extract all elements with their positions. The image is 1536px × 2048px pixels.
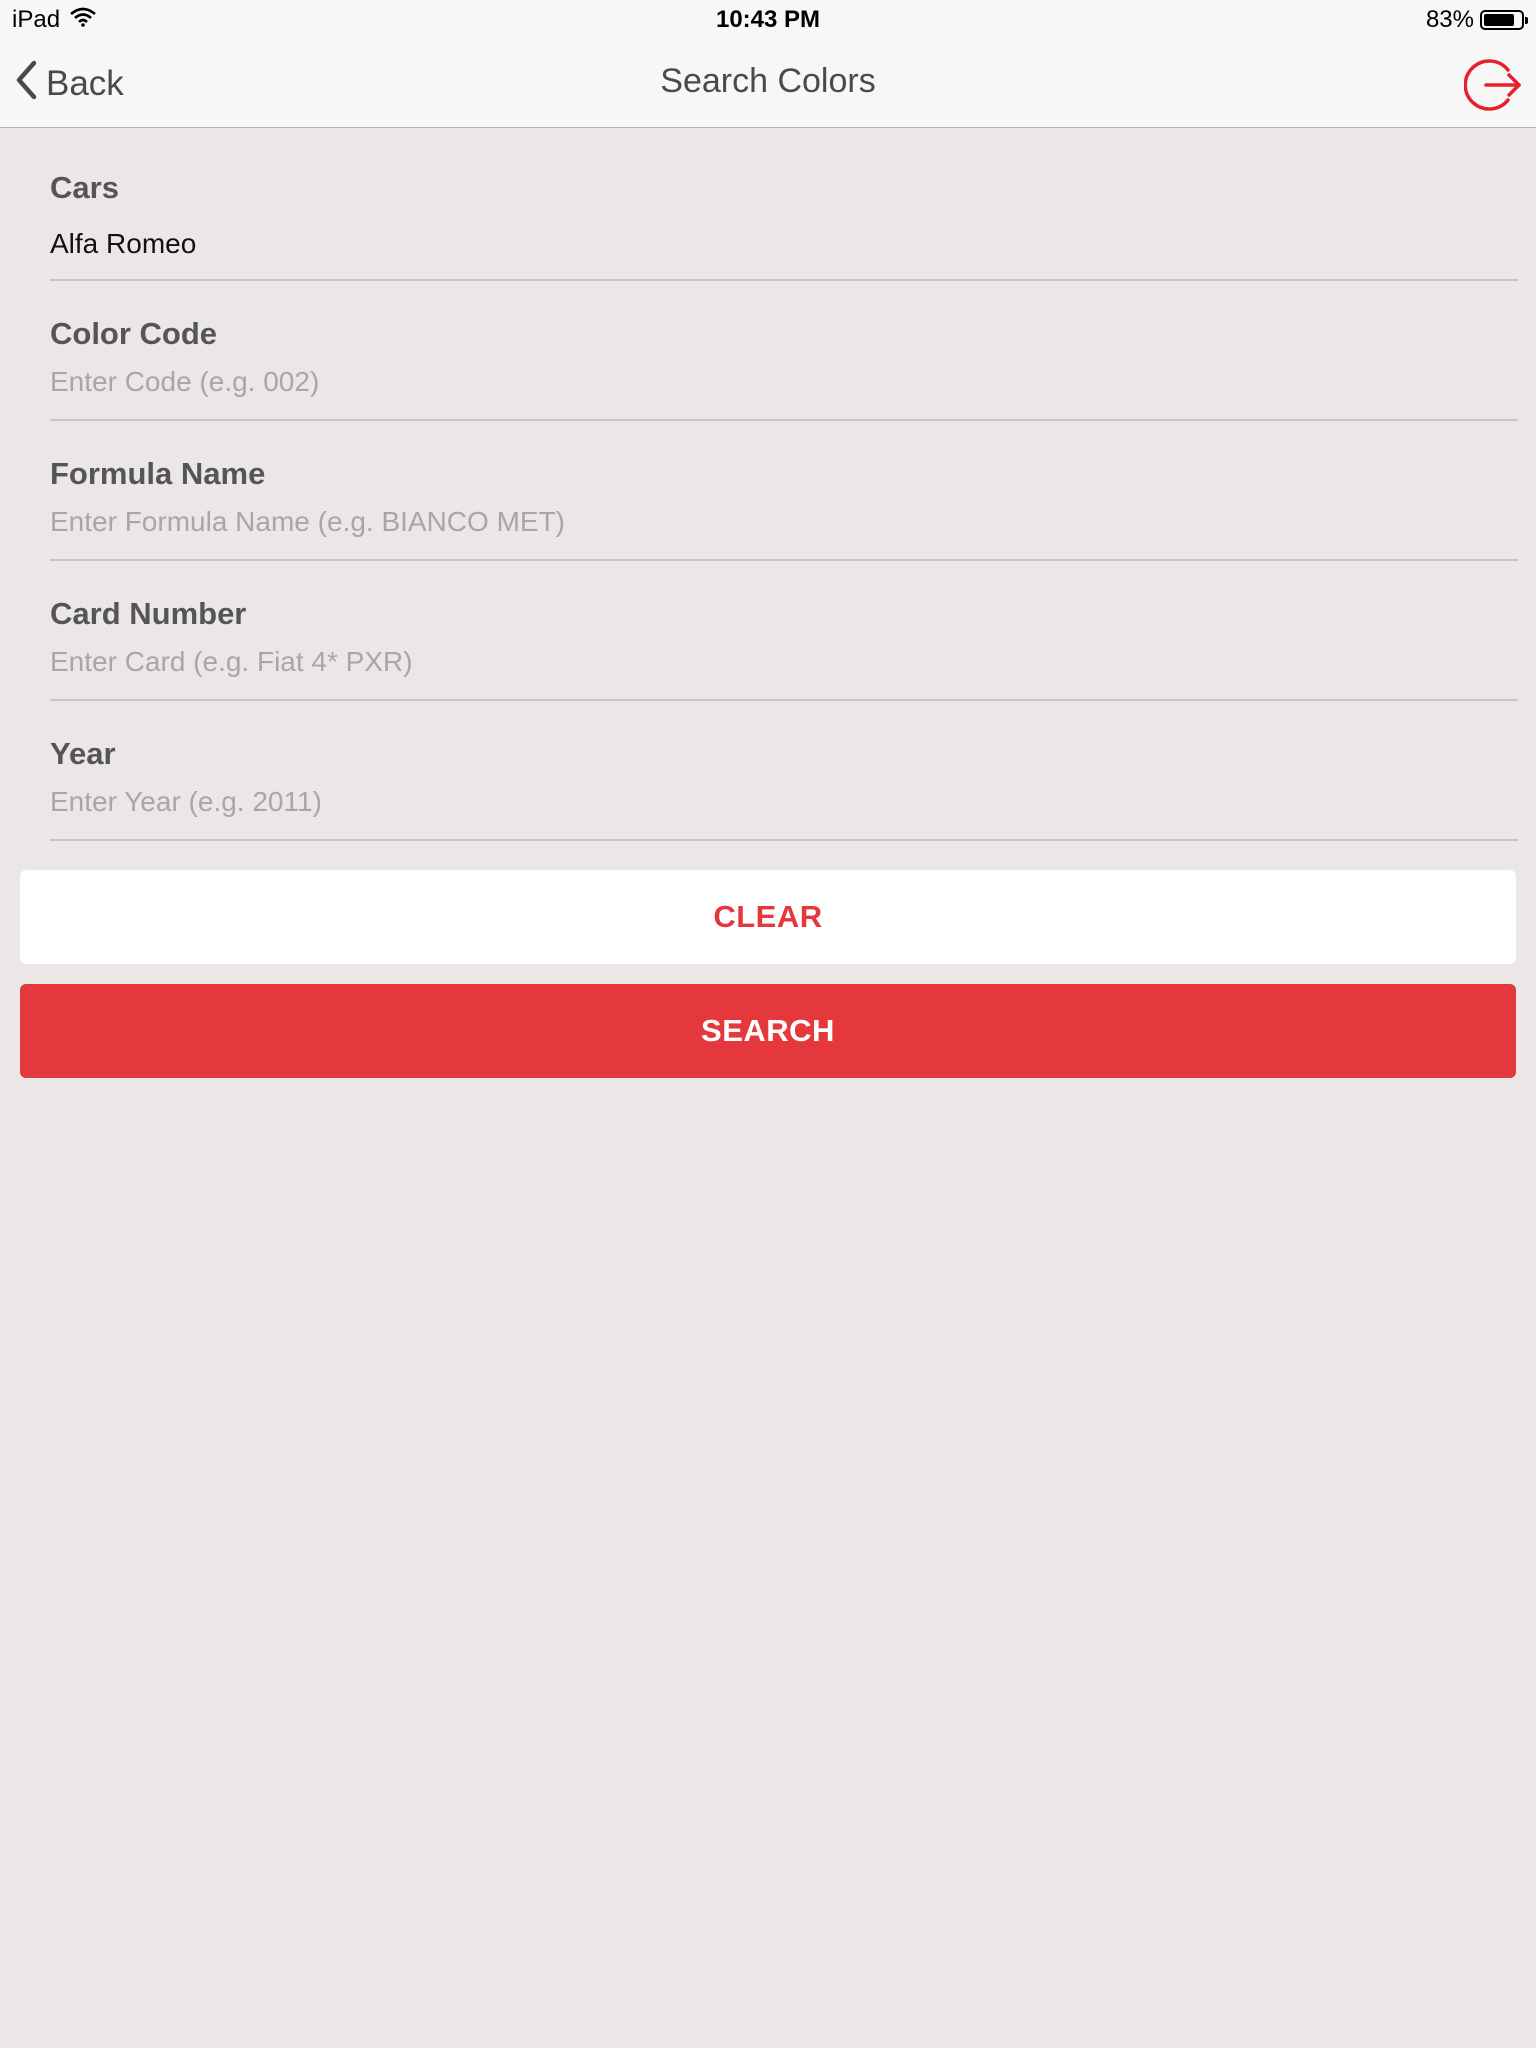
formula-name-field: Formula Name [50,421,1518,561]
cars-label: Cars [50,170,119,205]
battery-icon [1480,10,1528,30]
battery-fill [1484,14,1514,26]
formula-name-input[interactable] [50,506,1518,538]
cars-field: Cars [50,128,1518,281]
navigation-bar: Back Search Colors [0,40,1536,128]
clear-button[interactable]: CLEAR [20,870,1516,964]
status-time: 10:43 PM [715,6,821,33]
card-number-label: Card Number [50,596,247,631]
card-number-input[interactable] [50,646,1518,678]
color-code-field: Color Code [50,281,1518,421]
logout-icon [1463,59,1521,111]
year-input[interactable] [50,786,1518,818]
logout-button[interactable] [1463,56,1522,114]
formula-name-label: Formula Name [50,456,266,491]
battery-percent: 83% [1425,6,1474,33]
cars-input[interactable] [50,228,1518,260]
page-title: Search Colors [660,62,876,100]
search-button[interactable]: SEARCH [20,984,1516,1078]
color-code-input[interactable] [50,366,1518,398]
card-number-field: Card Number [50,561,1518,701]
search-form: Cars Color Code Formula Name Card Number… [50,128,1518,841]
year-field: Year [50,701,1518,841]
status-right: 83% [1425,6,1528,34]
color-code-label: Color Code [50,316,218,351]
status-bar: iPad 10:43 PM 83% [0,0,1536,40]
year-label: Year [50,736,116,771]
